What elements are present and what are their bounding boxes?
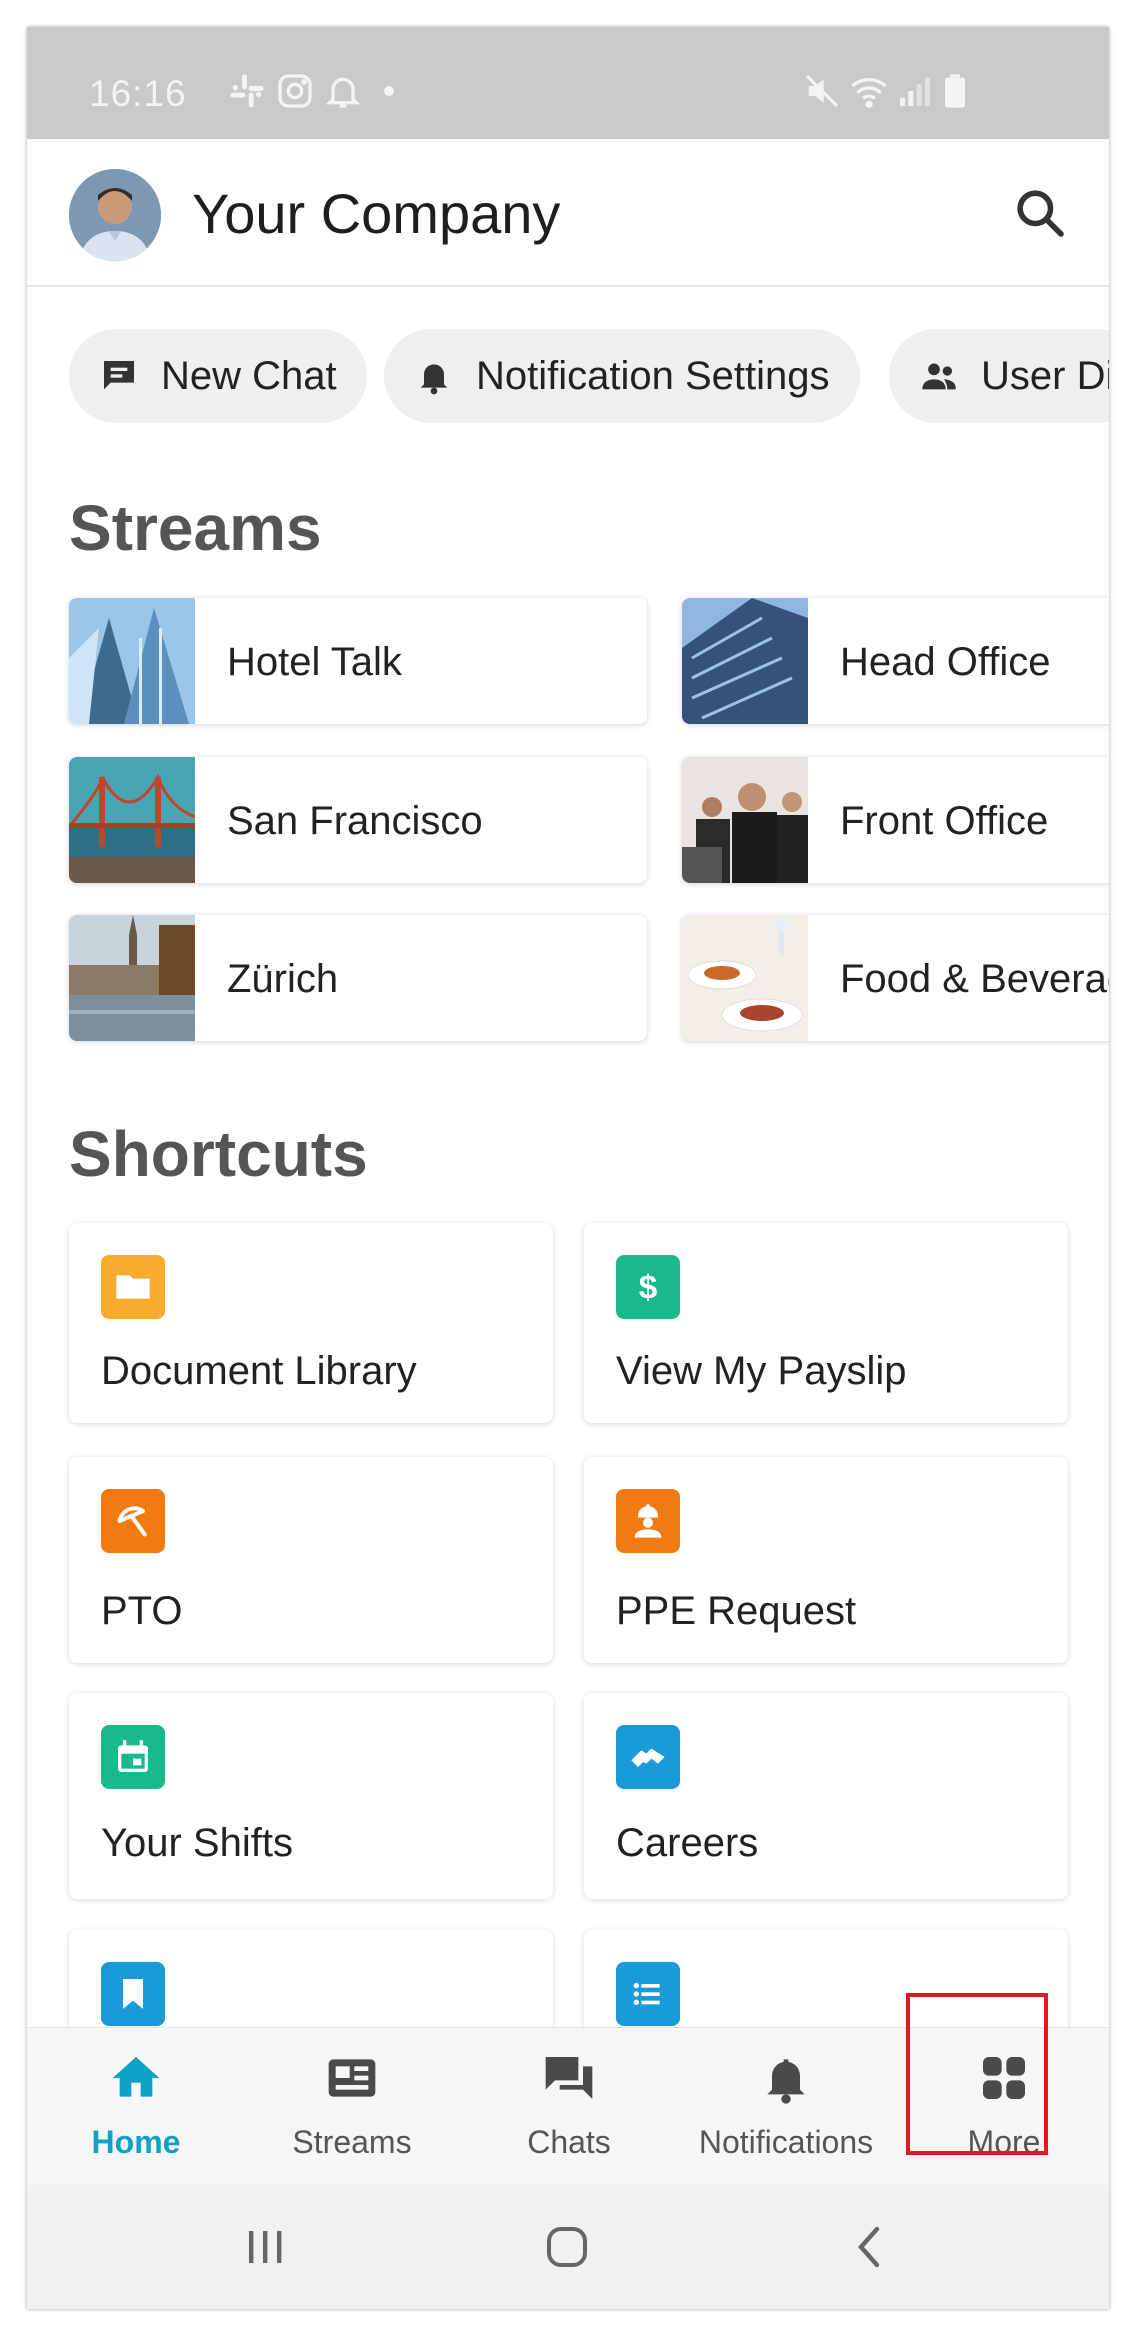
instagram-icon [278, 74, 312, 108]
home-icon [112, 2057, 160, 2097]
people-icon [922, 363, 956, 390]
shortcut-document-library[interactable]: Document Library [69, 1223, 553, 1423]
battery-icon [945, 74, 965, 108]
shortcut-pto[interactable]: PTO [69, 1457, 553, 1663]
chat-bubble-icon [104, 361, 134, 390]
shortcut-careers[interactable]: Careers [584, 1693, 1068, 1899]
wifi-icon [851, 78, 887, 108]
shortcut-label: Your Shifts [101, 1821, 293, 1865]
dollar-icon: $ [616, 1255, 680, 1319]
chip-label: User Di [981, 353, 1109, 398]
search-icon[interactable] [1012, 185, 1068, 241]
back-icon[interactable] [847, 2223, 895, 2271]
bell-icon [767, 2059, 805, 2104]
stream-label: San Francisco [227, 799, 483, 843]
worker-icon [616, 1489, 680, 1553]
shortcut-label: PTO [101, 1589, 183, 1633]
stream-thumbnail [682, 915, 808, 1041]
folder-icon [101, 1255, 165, 1319]
newspaper-icon [328, 2059, 376, 2097]
signal-icon [900, 77, 930, 106]
status-bar: 16:16 [27, 27, 1109, 139]
mute-icon [805, 74, 839, 108]
nav-label: Notifications [698, 2124, 874, 2160]
nav-streams[interactable]: Streams [252, 2028, 452, 2186]
stream-label: Head Office [840, 640, 1051, 684]
nav-home[interactable]: Home [36, 2028, 236, 2186]
bookmark-icon [101, 1962, 165, 2026]
stream-thumbnail [69, 915, 195, 1041]
shortcut-label: PPE Request [616, 1589, 857, 1633]
nav-notifications[interactable]: Notifications [686, 2028, 886, 2186]
svg-text:$: $ [639, 1270, 658, 1307]
status-time: 16:16 [89, 73, 187, 114]
shortcut-view-my-payslip[interactable]: $ View My Payslip [584, 1223, 1068, 1423]
shortcuts-section-title: Shortcuts [69, 1118, 368, 1190]
notification-bell-icon [325, 77, 361, 108]
chip-label: Notification Settings [476, 353, 830, 398]
slack-icon [230, 74, 264, 108]
stream-label: Hotel Talk [227, 640, 402, 684]
stream-thumbnail [682, 757, 808, 883]
company-title: Your Company [192, 182, 561, 245]
shortcut-ppe-request[interactable]: PPE Request [584, 1457, 1068, 1663]
system-navigation-bar [27, 2185, 1109, 2309]
list-icon [616, 1962, 680, 2026]
stream-thumbnail [69, 598, 195, 724]
stream-card-food-beverage[interactable]: Food & Beverag [682, 915, 1109, 1041]
nav-label: Streams [292, 2124, 412, 2160]
stream-card-san-francisco[interactable]: San Francisco [69, 757, 647, 883]
calendar-icon [101, 1725, 165, 1789]
stream-card-head-office[interactable]: Head Office [682, 598, 1109, 724]
stream-label: Food & Beverag [840, 957, 1109, 1001]
shortcut-label: Document Library [101, 1349, 417, 1393]
recent-apps-icon[interactable] [241, 2223, 289, 2271]
streams-section-title: Streams [69, 492, 322, 564]
stream-label: Zürich [227, 957, 339, 1001]
stream-thumbnail [69, 757, 195, 883]
handshake-icon [616, 1725, 680, 1789]
stream-card-zurich[interactable]: Zürich [69, 915, 647, 1041]
quick-actions: New Chat Notification Settings User Di [69, 329, 1109, 425]
bell-icon [420, 364, 448, 395]
stream-thumbnail [682, 598, 808, 724]
new-chat-chip[interactable]: New Chat [69, 329, 367, 423]
stream-card-hotel-talk[interactable]: Hotel Talk [69, 598, 647, 724]
nav-label: Chats [527, 2124, 611, 2160]
notification-settings-chip[interactable]: Notification Settings [384, 329, 860, 423]
chats-icon [545, 2057, 593, 2099]
app-header: Your Company [27, 139, 1109, 287]
shortcut-label: View My Payslip [616, 1349, 907, 1393]
shortcut-your-shifts[interactable]: Your Shifts [69, 1693, 553, 1899]
dot-icon [384, 86, 394, 96]
stream-card-front-office[interactable]: Front Office [682, 757, 1109, 883]
stream-label: Front Office [840, 799, 1049, 843]
highlight-annotation [906, 1993, 1048, 2155]
nav-label: Home [91, 2124, 181, 2160]
beach-umbrella-icon [101, 1489, 165, 1553]
user-directory-chip[interactable]: User Di [889, 329, 1109, 423]
avatar[interactable] [69, 169, 161, 261]
phone-screen: 16:16 Your Company New Chat Notification… [27, 27, 1109, 2309]
shortcut-label: Careers [616, 1821, 759, 1865]
chip-label: New Chat [161, 353, 337, 398]
nav-chats[interactable]: Chats [469, 2028, 669, 2186]
home-button-icon[interactable] [543, 2223, 591, 2271]
